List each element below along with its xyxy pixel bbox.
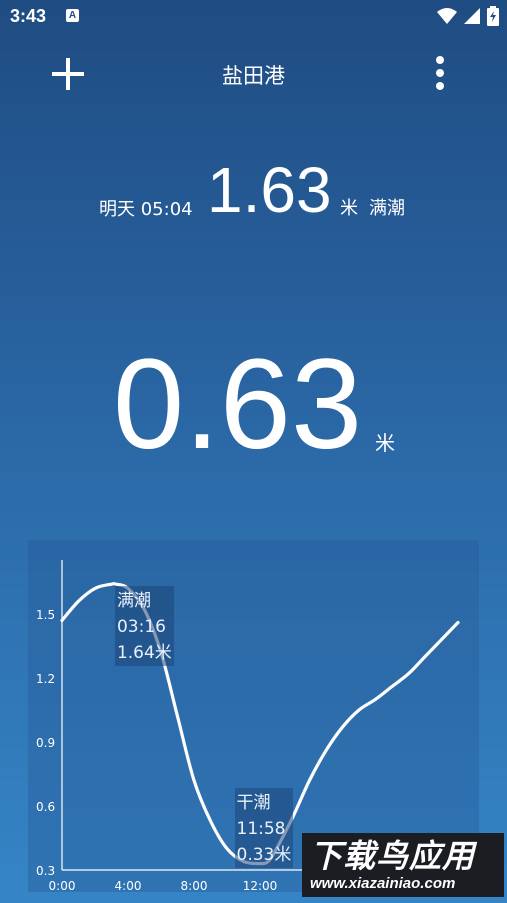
x-tick-label: 4:00 <box>115 879 142 892</box>
next-tide-unit: 米 <box>340 198 358 219</box>
y-tick-label: 0.6 <box>36 800 55 814</box>
low-tide-annotation: 干潮 11:58 0.33米 <box>234 787 294 868</box>
notification-badge: A <box>66 9 79 22</box>
low-tide-label: 干潮 <box>236 792 271 813</box>
current-tide-unit: 米 <box>375 431 395 455</box>
watermark-title: 下载鸟应用 <box>310 837 476 875</box>
next-tide-height: 1.63 <box>207 154 332 226</box>
high-tide-annotation: 满潮 03:16 1.64米 <box>114 586 174 667</box>
x-tick-label: 0:00 <box>49 879 76 892</box>
status-bar: 3:43 A <box>0 0 507 36</box>
signal-icon <box>464 8 480 24</box>
status-time: 3:43 <box>10 6 47 26</box>
watermark-url: www.xiazainiao.com <box>310 875 456 892</box>
x-tick-label: 12:00 <box>243 879 278 892</box>
next-tide-summary: 明天 05:04 1.63 米 满潮 <box>0 150 507 230</box>
y-tick-label: 1.2 <box>36 672 55 686</box>
low-tide-value: 0.33米 <box>236 844 292 865</box>
low-tide-time: 11:58 <box>236 818 286 839</box>
more-vert-icon[interactable] <box>430 54 450 94</box>
y-tick-label: 0.3 <box>36 864 55 878</box>
high-tide-label: 满潮 <box>116 591 151 612</box>
wifi-icon <box>437 8 457 24</box>
next-tide-time: 明天 05:04 <box>99 199 193 220</box>
watermark-logo: 下载鸟应用 www.xiazainiao.com <box>302 833 504 897</box>
y-tick-label: 1.5 <box>36 608 55 622</box>
app-bar: 盐田港 <box>0 42 507 104</box>
high-tide-value: 1.64米 <box>116 643 172 664</box>
battery-icon <box>487 6 499 26</box>
y-tick-label: 0.9 <box>36 736 55 750</box>
high-tide-time: 03:16 <box>116 617 166 638</box>
x-tick-label: 8:00 <box>181 879 208 892</box>
current-tide-height: 0.63 <box>113 333 363 476</box>
next-tide-type: 满潮 <box>369 198 405 219</box>
